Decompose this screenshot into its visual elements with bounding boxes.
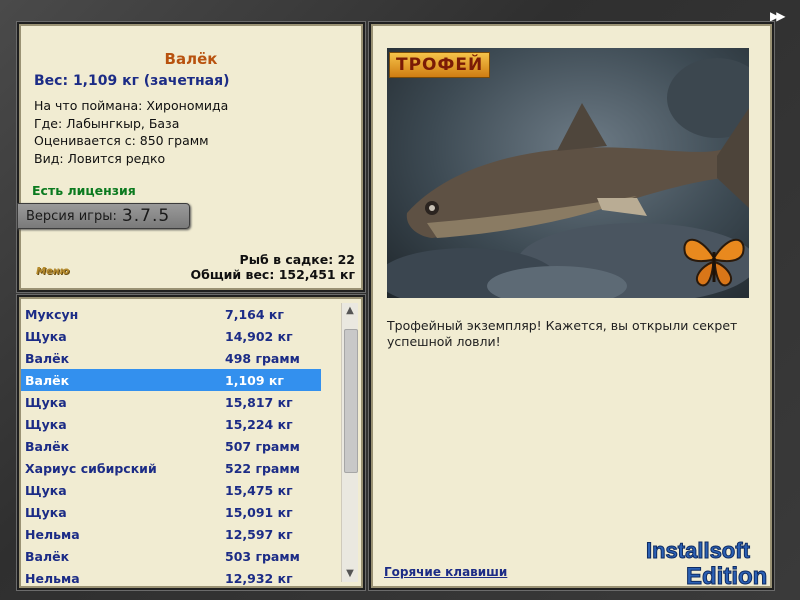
catch-fish-weight: 1,109 кг [225,373,284,388]
catch-fish-name: Щука [25,483,67,498]
catch-fish-name: Нельма [25,571,80,586]
catch-fish-name: Щука [25,329,67,344]
installsoft-logo: Installsoft Edition [646,538,768,591]
catch-list-row[interactable]: Валёк 503 грамм [21,545,321,567]
catch-fish-weight: 12,932 кг [225,571,293,586]
catch-fish-weight: 15,224 кг [225,417,293,432]
catch-fish-weight: 507 грамм [225,439,300,454]
catch-list-row[interactable]: Нельма 12,932 кг [21,567,321,589]
catch-fish-weight: 498 грамм [225,351,300,366]
catch-fish-weight: 15,091 кг [225,505,293,520]
catch-list-row[interactable]: Нельма 12,597 кг [21,523,321,545]
scroll-up-icon[interactable]: ▲ [342,303,358,319]
total-weight: Общий вес: 152,451 кг [190,267,356,282]
catch-fish-name: Валёк [25,439,70,454]
catch-fish-name: Щука [25,417,67,432]
bait-line: На что поймана: Хирономида [34,98,229,113]
fish-count: Рыб в садке: 22 [239,252,355,267]
catch-list-row[interactable]: Щука 14,902 кг [21,325,321,347]
double-arrow-right-icon[interactable]: ▶▶ [770,9,786,23]
catch-fish-name: Хариус сибирский [25,461,157,476]
catch-fish-weight: 15,817 кг [225,395,293,410]
hotkeys-link[interactable]: Горячие клавиши [384,565,507,579]
list-scrollbar[interactable]: ▲ ▼ [341,303,358,582]
trophy-panel: ТРОФЕЙ Трофейный экземпляр! Кажется, вы … [369,22,774,590]
catch-list-panel: Муксун 7,164 кг Щука 14,902 кг Валёк 498 грам… [17,295,365,590]
scroll-down-icon[interactable]: ▼ [342,566,358,582]
catch-fish-weight: 14,902 кг [225,329,293,344]
catch-list-row[interactable]: Щука 15,224 кг [21,413,321,435]
catch-fish-weight: 522 грамм [225,461,300,476]
valued-line: Оценивается с: 850 грамм [34,133,209,148]
catch-list[interactable]: Муксун 7,164 кг Щука 14,902 кг Валёк 498 грам… [21,303,321,589]
catch-fish-name: Муксун [25,307,79,322]
rarity-line: Вид: Ловится редко [34,150,166,166]
catch-fish-name: Валёк [25,351,70,366]
catch-fish-weight: 503 грамм [225,549,300,564]
catch-fish-name: Щука [25,395,67,410]
catch-fish-name: Щука [25,505,67,520]
location-line: Где: Лабынгкыр, База [34,115,180,131]
catch-fish-weight: 12,597 кг [225,527,293,542]
game-version-badge: Версия игры: 3.7.5 [17,203,190,229]
fish-weight: Вес: 1,109 кг (зачетная) [34,73,230,89]
butterfly-icon [683,238,745,287]
logo-line2: Edition [686,563,767,590]
catch-fish-name: Валёк [25,373,70,388]
fish-details: На что поймана: Хирономида Где: Лабынгкы… [34,97,228,167]
trophy-description: Трофейный экземпляр! Кажется, вы открыли… [387,318,738,349]
catch-fish-weight: 7,164 кг [225,307,284,322]
catch-list-row[interactable]: Хариус сибирский 522 грамм [21,457,321,479]
catch-list-row[interactable]: Валёк 507 грамм [21,435,321,457]
scroll-thumb[interactable] [344,329,358,473]
version-number: 3.7.5 [121,206,171,226]
version-label: Версия игры: [26,208,117,224]
catch-fish-name: Нельма [25,527,80,542]
catch-list-row[interactable]: Щука 15,475 кг [21,479,321,501]
catch-list-row[interactable]: Щука 15,091 кг [21,501,321,523]
trophy-badge: ТРОФЕЙ [389,52,491,78]
menu-button[interactable]: Меню [36,266,69,277]
license-status: Есть лицензия [32,183,136,198]
fish-photo: ТРОФЕЙ [387,48,749,298]
catch-list-row[interactable]: Валёк 1,109 кг [21,369,321,391]
catch-list-row[interactable]: Муксун 7,164 кг [21,303,321,325]
fish-info-panel: Валёк Вес: 1,109 кг (зачетная) На что по… [17,22,365,292]
catch-fish-name: Валёк [25,549,70,564]
logo-line1: Installsoft [646,538,751,563]
catch-list-row[interactable]: Щука 15,817 кг [21,391,321,413]
catch-fish-weight: 15,475 кг [225,483,293,498]
keepnet-stats: Рыб в садке: 22 Общий вес: 152,451 кг [191,252,356,282]
fish-name: Валёк [164,50,218,68]
catch-list-row[interactable]: Валёк 498 грамм [21,347,321,369]
